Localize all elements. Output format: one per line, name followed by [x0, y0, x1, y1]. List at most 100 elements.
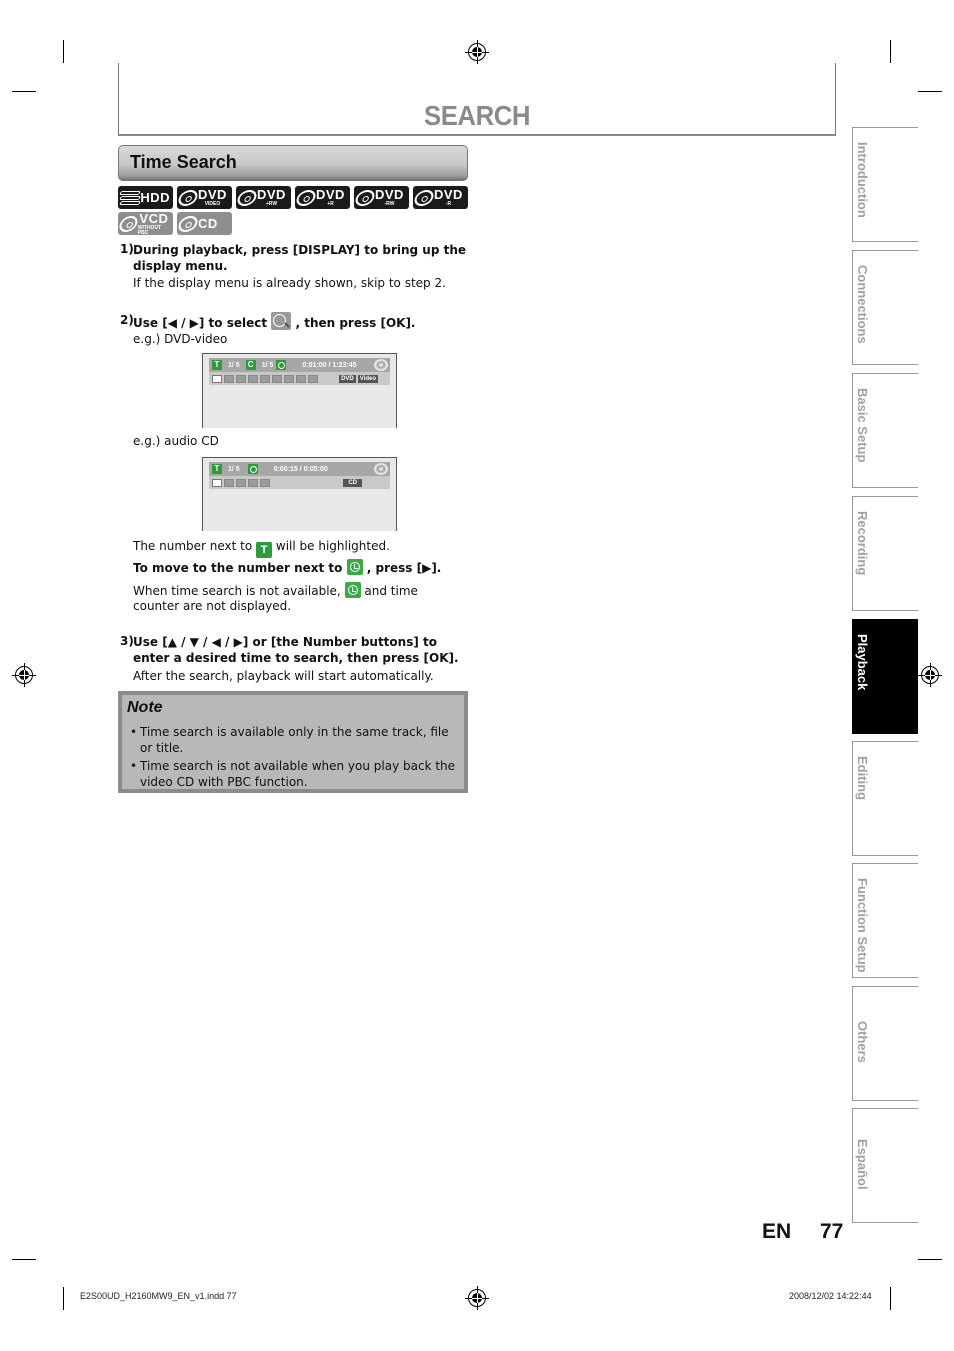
- time-counter: 0:01:00 / 1:23:45: [302, 361, 357, 369]
- osd-menu-bar: DVD Video: [209, 372, 390, 385]
- side-tab-function-setup[interactable]: Function Setup: [852, 863, 918, 978]
- side-tab-others[interactable]: Others: [852, 986, 918, 1101]
- clock-icon: [247, 464, 258, 474]
- osd-screen-cd: T 1/ 5 0:00:15 / 0:05:00 CD: [202, 457, 397, 531]
- marker-menu-icon: [248, 478, 258, 487]
- repeat-menu-icon: [236, 478, 246, 487]
- unavailable-text: When time search is not available, and t…: [133, 582, 418, 599]
- clock-icon: [344, 582, 361, 598]
- time-search-icon: [271, 312, 292, 330]
- side-tab-label: Playback: [855, 634, 870, 691]
- hdd-media-icon: HDD: [118, 186, 173, 209]
- side-tab-label: Connections: [855, 265, 870, 344]
- highlight-text: The number next to T will be highlighted…: [133, 538, 390, 558]
- chapter-value: 1/ 5: [261, 361, 274, 369]
- step-3-number: 3): [120, 634, 134, 648]
- surround-menu-icon: [308, 374, 318, 383]
- step-1-body: If the display menu is already shown, sk…: [133, 276, 446, 290]
- move-instruction: To move to the number next to , press [▶…: [133, 559, 441, 576]
- dvd-plus-rw-media-icon: DVD +RW: [235, 186, 291, 209]
- step-1-number: 1): [120, 242, 134, 256]
- side-tab-recording[interactable]: Recording: [852, 496, 918, 611]
- crop-mark: [918, 91, 942, 92]
- page-title: SEARCH: [423, 100, 531, 131]
- disc-icon: [374, 463, 388, 475]
- vcd-media-icon: VCD WITHOUT PBC: [117, 212, 173, 235]
- registration-mark-icon: [465, 1286, 489, 1310]
- note-title: Note: [127, 699, 163, 716]
- clock-icon: [346, 559, 363, 575]
- crop-mark: [63, 40, 64, 63]
- step-3-body: After the search, playback will start au…: [133, 669, 434, 683]
- highlight-post: will be highlighted.: [275, 539, 390, 553]
- osd-menu-bar: CD: [209, 476, 390, 489]
- crop-mark: [12, 91, 36, 92]
- side-tab-label: Function Setup: [855, 878, 870, 973]
- crop-mark: [918, 1259, 942, 1260]
- step-3-instruction-cont: enter a desired time to search, then pre…: [133, 651, 459, 665]
- example-cd-label: e.g.) audio CD: [133, 434, 219, 448]
- surround-menu-icon: [260, 478, 270, 487]
- side-tab-connections[interactable]: Connections: [852, 250, 918, 365]
- crop-mark: [12, 1259, 36, 1260]
- osd-tag-cd: CD: [343, 478, 362, 487]
- step-1-instruction-cont: display menu.: [133, 259, 228, 273]
- subtitle-menu-icon: [236, 374, 246, 383]
- nr-menu-icon: [284, 374, 294, 383]
- search-menu-icon: [212, 478, 222, 487]
- unavailable-post: and time: [364, 584, 418, 598]
- osd-tag-dvd: DVD: [339, 374, 356, 383]
- section-heading: Time Search: [118, 145, 468, 181]
- side-tab-label: Basic Setup: [855, 388, 870, 463]
- chapter-icon: C: [245, 360, 256, 370]
- side-tab-introduction[interactable]: Introduction: [852, 127, 918, 242]
- media-icons-row-2: VCD WITHOUT PBC CD: [117, 212, 232, 235]
- note-item: Time search is not available when you pl…: [130, 758, 462, 790]
- highlight-pre: The number next to: [133, 539, 253, 553]
- osd-screen-dvd: T 1/ 5 C 1/ 5 0:01:00 / 1:23:45 DVD Vide…: [202, 353, 397, 428]
- slug-filename: E2S00UD_H2160MW9_EN_v1.indd 77: [80, 1291, 237, 1301]
- registration-mark-icon: [12, 663, 36, 687]
- language-label: EN: [762, 1220, 792, 1243]
- page-number: 77: [820, 1220, 844, 1243]
- side-tab-editing[interactable]: Editing: [852, 741, 918, 856]
- title-icon: T: [256, 542, 273, 558]
- title-icon: T: [212, 360, 222, 370]
- note-item: Time search is available only in the sam…: [130, 724, 462, 756]
- step-1-instruction: During playback, press [DISPLAY] to brin…: [133, 243, 467, 257]
- dvd-video-media-icon: DVD VIDEO: [176, 186, 232, 209]
- audio-menu-icon: [224, 374, 234, 383]
- step-2-text-post: , then press [OK].: [295, 316, 416, 330]
- osd-tag-video: Video: [357, 374, 378, 383]
- unavailable-text-cont: counter are not displayed.: [133, 599, 292, 613]
- unavailable-pre: When time search is not available,: [133, 584, 341, 598]
- side-tab-playback[interactable]: Playback: [852, 619, 918, 734]
- zoom-menu-icon: [296, 374, 306, 383]
- dvd-plus-r-media-icon: DVD +R: [294, 186, 350, 209]
- repeat-menu-icon: [260, 374, 270, 383]
- dvd-minus-rw-media-icon: DVD -RW: [353, 186, 409, 209]
- step-2-instruction: Use [◀ / ▶] to select , then press [OK].: [133, 312, 415, 331]
- registration-mark-icon: [465, 40, 489, 64]
- step-2-text-pre: Use [◀ / ▶] to select: [133, 316, 268, 330]
- registration-mark-icon: [918, 663, 942, 687]
- section-title: Time Search: [130, 152, 237, 172]
- cd-media-icon: CD: [176, 212, 232, 235]
- step-3-instruction: Use [▲ / ▼ / ◀ / ▶] or [the Number butto…: [133, 635, 437, 649]
- move-post: , press [▶].: [366, 561, 442, 575]
- title-icon: T: [212, 464, 222, 474]
- side-tab-espanol[interactable]: Español: [852, 1108, 918, 1223]
- media-icons-row: HDD DVD VIDEO DVD +RW DVD +R DVD -RW DVD -R: [118, 186, 468, 209]
- crop-mark: [890, 40, 891, 63]
- dvd-minus-r-media-icon: DVD -R: [412, 186, 468, 209]
- title-value: 1/ 5: [228, 361, 240, 369]
- search-menu-icon: [212, 374, 222, 383]
- side-tab-basic-setup[interactable]: Basic Setup: [852, 373, 918, 488]
- example-dvd-label: e.g.) DVD-video: [133, 332, 228, 346]
- osd-status-bar: T 1/ 5 C 1/ 5 0:01:00 / 1:23:45: [209, 358, 390, 372]
- marker-menu-icon: [272, 374, 282, 383]
- step-2-number: 2): [120, 313, 134, 327]
- move-pre: To move to the number next to: [133, 561, 343, 575]
- crop-mark: [63, 1287, 64, 1310]
- time-counter: 0:00:15 / 0:05:00: [273, 465, 328, 473]
